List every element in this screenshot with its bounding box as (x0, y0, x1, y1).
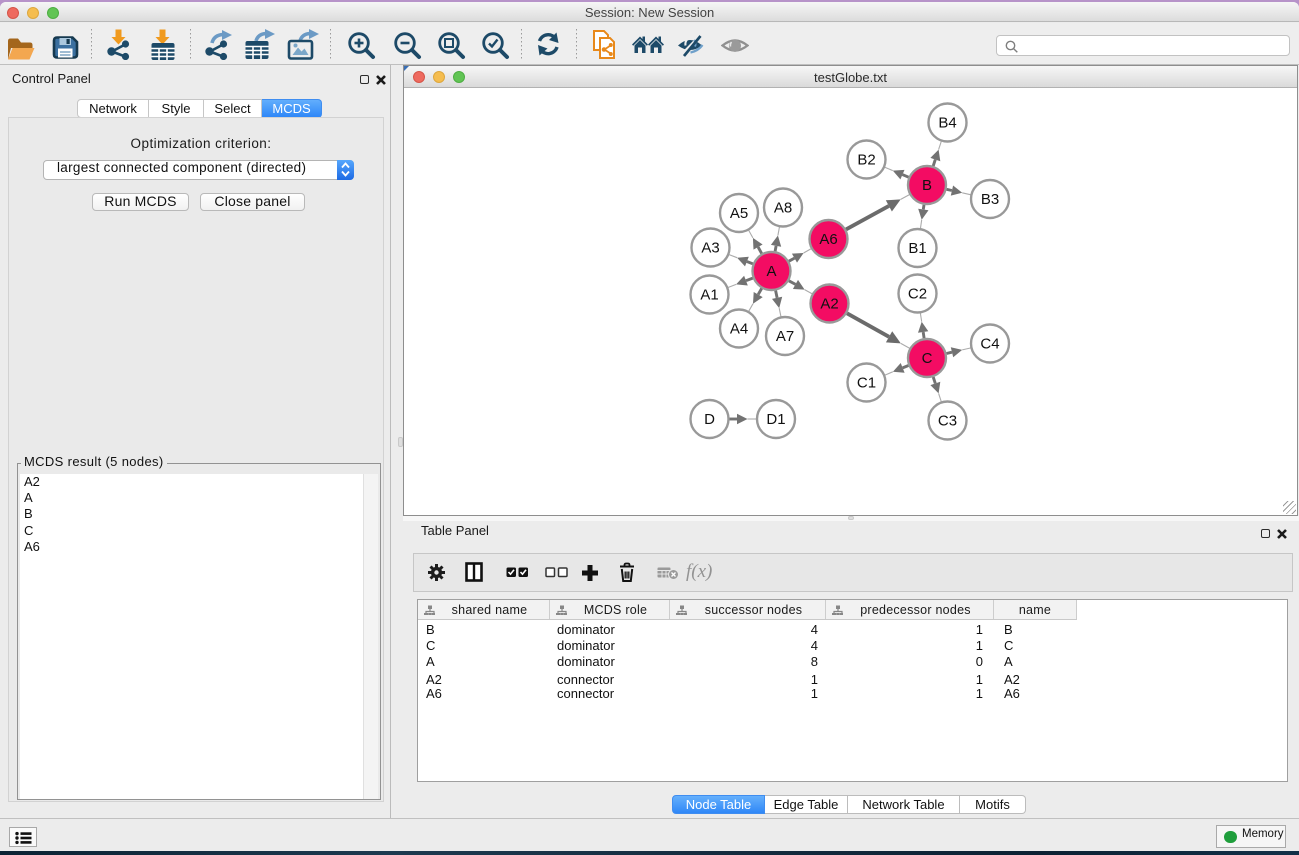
svg-text:A1: A1 (700, 287, 718, 304)
svg-text:A8: A8 (774, 200, 792, 217)
svg-text:C: C (922, 350, 933, 367)
svg-text:A4: A4 (730, 321, 748, 338)
svg-text:A3: A3 (701, 240, 719, 257)
svg-text:A2: A2 (820, 296, 838, 313)
svg-text:C2: C2 (908, 286, 927, 303)
svg-text:A6: A6 (819, 231, 837, 248)
svg-text:D1: D1 (766, 411, 785, 428)
svg-text:C4: C4 (980, 336, 999, 353)
svg-text:B: B (922, 177, 932, 194)
svg-text:B1: B1 (908, 240, 926, 257)
svg-text:C3: C3 (938, 413, 957, 430)
svg-text:C1: C1 (857, 375, 876, 392)
svg-text:A: A (766, 263, 776, 280)
svg-text:D: D (704, 411, 715, 428)
svg-text:A5: A5 (730, 205, 748, 222)
svg-text:A7: A7 (776, 328, 794, 345)
svg-text:B2: B2 (857, 152, 875, 169)
svg-text:B3: B3 (981, 191, 999, 208)
svg-text:B4: B4 (938, 115, 956, 132)
